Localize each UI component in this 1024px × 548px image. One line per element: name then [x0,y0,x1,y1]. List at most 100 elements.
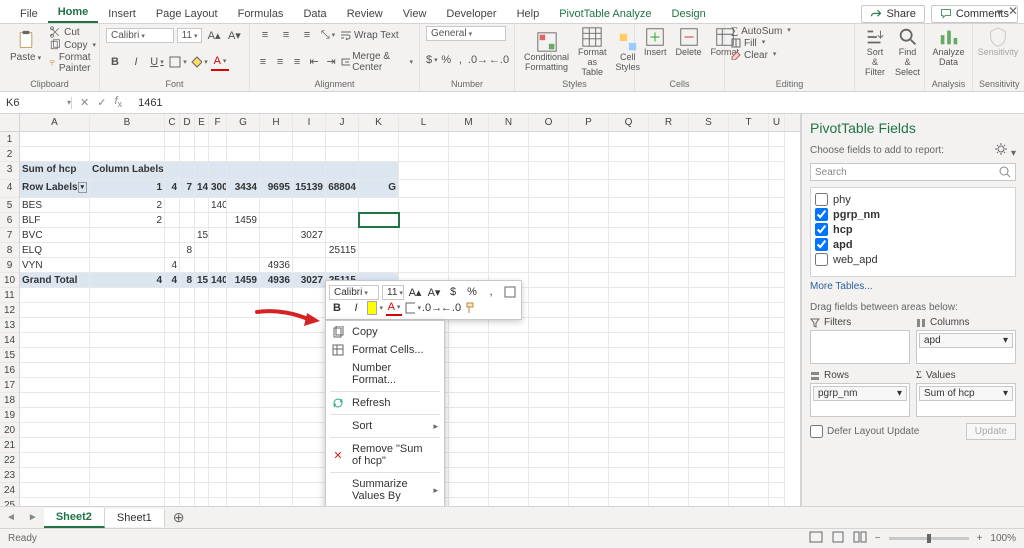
sheet-tab-sheet2[interactable]: Sheet2 [44,508,105,528]
cell[interactable] [227,393,260,407]
cancel-formula-button[interactable]: ✕ [80,96,89,109]
autosum-button[interactable]: ∑AutoSum [731,26,791,37]
col-header-Q[interactable]: Q [609,114,649,131]
cell[interactable] [529,333,569,347]
cell[interactable] [165,288,180,302]
cell[interactable]: BES [20,198,90,212]
cell[interactable] [769,348,785,362]
cell[interactable] [209,498,227,506]
cell[interactable]: 15 [195,273,209,287]
col-header-H[interactable]: H [260,114,293,131]
cell[interactable] [689,438,729,452]
cell[interactable] [359,258,399,272]
cell[interactable] [227,288,260,302]
cell[interactable] [165,423,180,437]
format-painter-button[interactable]: Format Painter [49,52,96,74]
cell[interactable] [195,198,209,212]
cell[interactable]: 7 [180,180,195,197]
cell[interactable] [769,393,785,407]
ctx-show-values-as[interactable]: Show Values As [326,505,444,506]
inc-decimal-button[interactable]: .0→ [469,51,487,69]
cell[interactable] [569,198,609,212]
close-pane-button[interactable]: ✕ [1008,4,1018,18]
cell[interactable] [449,258,489,272]
cell[interactable] [260,468,293,482]
wrap-text-button[interactable]: Wrap Text [340,29,399,41]
row-header-18[interactable]: 18 [0,393,19,408]
cell[interactable] [165,498,180,506]
cell[interactable] [609,363,649,377]
row-header-13[interactable]: 13 [0,318,19,333]
cell[interactable] [729,378,769,392]
cell[interactable] [180,423,195,437]
zoom-in-button[interactable]: + [977,533,983,544]
mini-italic[interactable]: I [348,300,364,316]
fill-color-button[interactable] [190,53,208,71]
cell[interactable] [649,318,689,332]
cell[interactable] [227,147,260,161]
row-header-6[interactable]: 6 [0,213,19,228]
cell[interactable] [569,288,609,302]
cell[interactable] [729,147,769,161]
cell[interactable]: 68804 [326,180,359,197]
filters-area[interactable] [810,330,910,364]
cell[interactable] [209,147,227,161]
mini-dec-font[interactable]: A▾ [426,284,442,300]
cell[interactable] [729,453,769,467]
cell[interactable] [20,468,90,482]
cell[interactable] [489,408,529,422]
row-header-7[interactable]: 7 [0,228,19,243]
cell[interactable] [260,423,293,437]
cell[interactable] [529,132,569,146]
col-header-R[interactable]: R [649,114,689,131]
cell[interactable] [195,378,209,392]
cell[interactable] [209,333,227,347]
cell[interactable] [399,198,449,212]
cell[interactable] [529,288,569,302]
cell[interactable]: 3000 [209,180,227,197]
cell[interactable] [529,303,569,317]
cell[interactable] [649,363,689,377]
cell[interactable] [209,162,227,179]
cell[interactable] [769,318,785,332]
cell[interactable] [449,228,489,242]
cell[interactable] [293,258,326,272]
row-header-25[interactable]: 25 [0,498,19,506]
cell[interactable] [20,483,90,497]
cell[interactable] [729,243,769,257]
cell[interactable] [569,228,609,242]
cell[interactable] [90,408,165,422]
cell[interactable] [649,180,689,197]
cell[interactable] [489,498,529,506]
cell[interactable] [449,483,489,497]
cell[interactable] [209,228,227,242]
cell[interactable] [449,213,489,227]
tab-help[interactable]: Help [507,4,550,23]
tab-formulas[interactable]: Formulas [228,4,294,23]
cell[interactable] [729,198,769,212]
cell[interactable] [769,303,785,317]
cell[interactable] [293,162,326,179]
font-size-select[interactable]: 11 [177,28,203,43]
mini-inc-font[interactable]: A▴ [407,284,423,300]
tab-design[interactable]: Design [662,4,716,23]
cell[interactable]: 8 [180,243,195,257]
cell[interactable] [90,393,165,407]
cell[interactable] [649,132,689,146]
italic-button[interactable]: I [127,53,145,71]
cell[interactable] [529,198,569,212]
cell[interactable] [20,378,90,392]
tab-file[interactable]: File [10,4,48,23]
align-top-button[interactable]: ≡ [256,26,274,44]
number-format-select[interactable]: General [426,26,506,41]
cell[interactable]: 1407 [209,273,227,287]
cell[interactable] [609,348,649,362]
cell[interactable] [165,333,180,347]
cell[interactable] [227,363,260,377]
cell[interactable] [326,132,359,146]
cell[interactable] [729,483,769,497]
cell[interactable]: 1 [90,180,165,197]
cell[interactable] [769,198,785,212]
cell[interactable] [489,378,529,392]
cell[interactable] [20,393,90,407]
